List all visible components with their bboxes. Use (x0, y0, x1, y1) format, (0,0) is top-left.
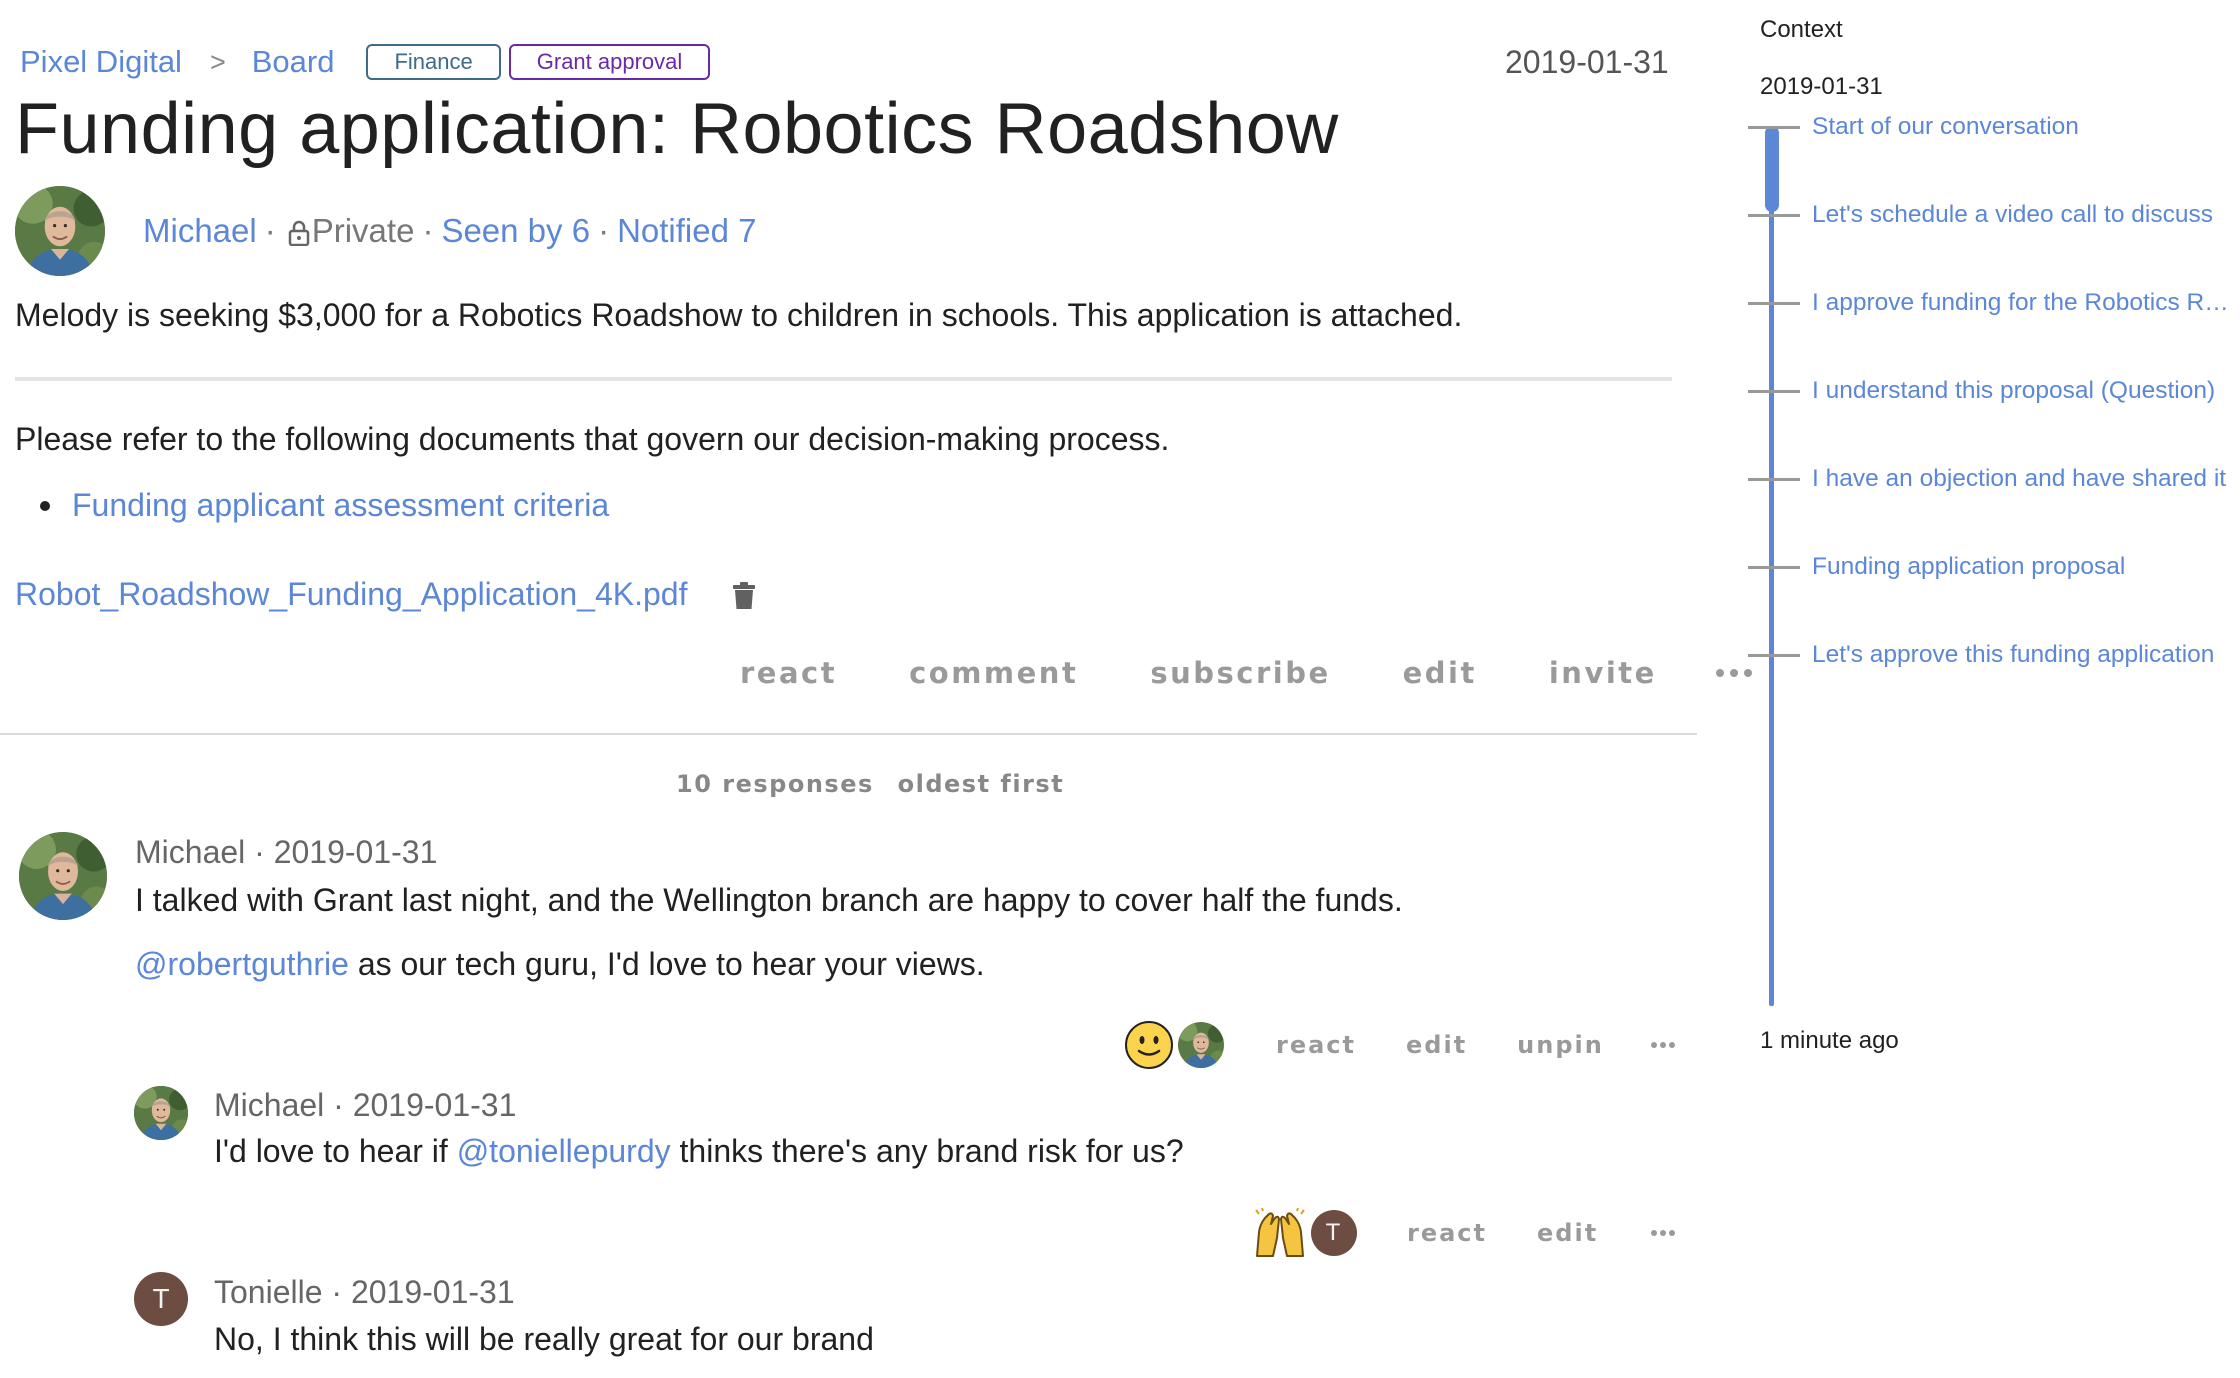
lock-icon (288, 220, 309, 246)
responses-bar: 10 responses oldest first (676, 770, 1078, 798)
react-button[interactable]: react (1276, 1031, 1356, 1059)
trash-icon[interactable] (732, 581, 756, 610)
seen-by-link[interactable]: Seen by 6 (441, 212, 590, 250)
context-item[interactable]: I understand this proposal (Question) (1748, 376, 2240, 406)
page-title: Funding application: Robotics Roadshow (15, 89, 1339, 169)
unpin-button[interactable]: unpin (1517, 1031, 1604, 1059)
edit-button[interactable]: edit (1403, 656, 1477, 690)
responses-count: 10 responses (676, 770, 874, 798)
breadcrumb-separator: > (209, 46, 226, 77)
attachment: Robot_Roadshow_Funding_Application_4K.pd… (15, 576, 756, 613)
subscribe-button[interactable]: subscribe (1150, 656, 1330, 690)
comment-header: Michael · 2019-01-31 (214, 1087, 517, 1123)
timeline-tick (1748, 389, 1800, 393)
comment-actions: T react edit (1253, 1208, 1676, 1258)
documents-list: Funding applicant assessment criteria (40, 487, 609, 524)
assessment-criteria-link[interactable]: Funding applicant assessment criteria (72, 487, 609, 524)
edit-button[interactable]: edit (1537, 1219, 1598, 1247)
timeline-tick (1748, 213, 1800, 217)
comment-text: I talked with Grant last night, and the … (135, 882, 1403, 918)
comment-header: Michael · 2019-01-31 (135, 834, 438, 870)
comment-actions: react edit unpin (1124, 1020, 1676, 1070)
comment-text: No, I think this will be really great fo… (214, 1321, 874, 1357)
attachment-link[interactable]: Robot_Roadshow_Funding_Application_4K.pd… (15, 576, 687, 613)
tag-grant-approval[interactable]: Grant approval (508, 44, 711, 80)
breadcrumb: Pixel Digital > Board Finance Grant appr… (20, 42, 711, 82)
comment-text-suffix: thinks there's any brand risk for us? (670, 1133, 1184, 1169)
comment-text-rest: as our tech guru, I'd love to hear your … (348, 946, 985, 982)
more-options-icon[interactable] (1650, 1229, 1676, 1237)
mention-link[interactable]: @robertguthrie (135, 946, 349, 982)
mention-link[interactable]: @toniellepurdy (457, 1133, 671, 1169)
timeline-tick (1748, 301, 1800, 305)
notified-link[interactable]: Notified 7 (617, 212, 756, 250)
comment-avatar[interactable]: T (134, 1272, 188, 1326)
context-item[interactable]: Start of our conversation (1748, 112, 2240, 142)
discussion-description: Melody is seeking $3,000 for a Robotics … (15, 297, 1463, 333)
documents-intro: Please refer to the following documents … (15, 421, 1170, 457)
context-title: Context (1760, 16, 1843, 43)
timeline-tick (1748, 125, 1800, 129)
context-item-label[interactable]: Let's schedule a video call to discuss (1812, 201, 2240, 229)
more-options-icon[interactable] (1650, 1041, 1676, 1049)
meta-separator: · (422, 212, 434, 249)
reactor-avatar[interactable]: T (1311, 1210, 1357, 1256)
react-button[interactable]: react (1407, 1219, 1487, 1247)
context-item[interactable]: I approve funding for the Robotics Roads… (1748, 288, 2240, 318)
context-item-label[interactable]: Start of our conversation (1812, 113, 2240, 141)
meta-separator: · (598, 212, 610, 249)
breadcrumb-org-link[interactable]: Pixel Digital (20, 44, 182, 80)
edit-button[interactable]: edit (1406, 1031, 1467, 1059)
context-item-label[interactable]: I have an objection and have shared it (1812, 465, 2240, 493)
invite-button[interactable]: invite (1549, 656, 1657, 690)
timeline-tick (1748, 565, 1800, 569)
list-item: Funding applicant assessment criteria (40, 487, 609, 524)
context-date: 2019-01-31 (1760, 73, 1883, 100)
comment-text: I'd love to hear if @toniellepurdy think… (214, 1133, 1184, 1170)
comment-text: @robertguthrie as our tech guru, I'd lov… (135, 946, 985, 983)
author-link[interactable]: Michael (143, 212, 257, 250)
context-item-label[interactable]: I understand this proposal (Question) (1812, 377, 2240, 405)
comment-avatar[interactable] (134, 1086, 188, 1140)
context-item[interactable]: Funding application proposal (1748, 552, 2240, 582)
context-item-label[interactable]: Let's approve this funding application (1812, 641, 2240, 669)
comment-button[interactable]: comment (909, 656, 1078, 690)
discussion-main: Pixel Digital > Board Finance Grant appr… (0, 0, 1752, 1378)
meta-separator: · (264, 212, 276, 249)
context-item[interactable]: Let's approve this funding application (1748, 640, 2240, 670)
section-divider (0, 733, 1697, 735)
comment-text-prefix: I'd love to hear if (214, 1133, 457, 1169)
context-last-activity: 1 minute ago (1760, 1027, 1899, 1054)
comment-header: Tonielle · 2019-01-31 (214, 1274, 515, 1310)
context-item-label[interactable]: Funding application proposal (1812, 553, 2240, 581)
context-item[interactable]: I have an objection and have shared it (1748, 464, 2240, 494)
breadcrumb-board-link[interactable]: Board (252, 44, 335, 80)
react-button[interactable]: react (740, 656, 837, 690)
reactor-avatar[interactable] (1178, 1022, 1224, 1068)
privacy-indicator: Private (284, 212, 415, 250)
privacy-label: Private (311, 212, 415, 249)
raised-hands-icon[interactable] (1253, 1208, 1307, 1258)
timeline-tick (1748, 477, 1800, 481)
tag-finance[interactable]: Finance (366, 44, 501, 80)
description-divider (15, 377, 1672, 381)
context-item-label[interactable]: I approve funding for the Robotics Roads… (1812, 289, 2240, 317)
timeline-tick (1748, 653, 1800, 657)
author-avatar[interactable] (15, 186, 105, 276)
slightly-smiling-face-icon[interactable] (1124, 1020, 1174, 1070)
discussion-date: 2019-01-31 (1505, 44, 1669, 80)
context-item[interactable]: Let's schedule a video call to discuss (1748, 200, 2240, 230)
comment-avatar[interactable] (19, 832, 107, 920)
discussion-meta: Michael · Private · Seen by 6 · Notified… (15, 186, 756, 276)
discussion-actions: react comment subscribe edit invite (740, 656, 1753, 690)
sort-order-toggle[interactable]: oldest first (898, 770, 1065, 798)
context-sidebar: Context 2019-01-31 Start of our conversa… (1740, 0, 2240, 1378)
